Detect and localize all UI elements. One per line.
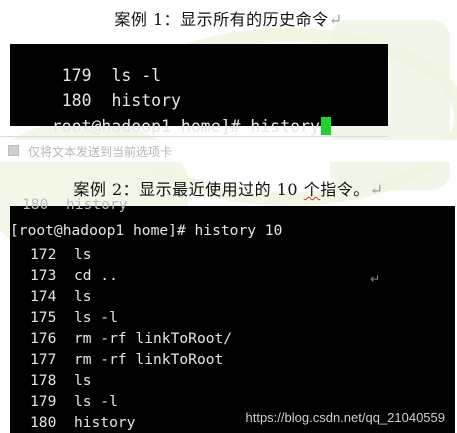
history-command: ls -l [73, 393, 118, 410]
send-to-tab-bar[interactable]: 仅将文本发送到当前选项卡 [0, 136, 457, 162]
history-line: 172 ls [30, 246, 92, 263]
history-number: 175 [30, 309, 57, 326]
clipped-history-line: 180 history [22, 196, 128, 213]
history-number: 179 [30, 393, 57, 410]
shell-prompt: [root@hadoop1 home]# history 10 [10, 222, 283, 239]
history-command: ls -l [73, 309, 118, 326]
history-command: ls [73, 246, 92, 263]
watermark-credit: https://blog.csdn.net/qq_21040559 [245, 410, 446, 425]
case2-caption-suffix: 指令。 [320, 180, 370, 199]
history-line: 180 history [30, 414, 136, 431]
spellcheck-underline: 个 [303, 180, 321, 199]
history-number: 172 [30, 246, 57, 263]
history-command: history [73, 414, 136, 431]
history-line: 177 rm -rf linkToRoot [30, 351, 224, 368]
checkbox-icon[interactable] [8, 145, 19, 156]
divider [0, 136, 388, 137]
paragraph-mark-icon: ↵ [369, 180, 384, 199]
terminal-window-2[interactable]: 180 history [root@hadoop1 home]# history… [10, 197, 455, 433]
shell-prompt: root@hadoop1 home]# history [51, 116, 320, 136]
terminal-window-1[interactable]: 179 ls -l 180 history root@hadoop1 home]… [10, 44, 388, 135]
history-number: 174 [30, 288, 57, 305]
history-line: 173 cd .. [30, 267, 118, 284]
paragraph-mark-icon: ↵ [370, 272, 381, 286]
history-number: 173 [30, 267, 57, 284]
history-command: cd .. [73, 267, 118, 284]
send-to-tab-label: 仅将文本发送到当前选项卡 [28, 145, 173, 159]
case1-caption: 案例 1：显示所有的历史命令↵ [0, 6, 457, 30]
history-number: 176 [30, 330, 57, 347]
history-command: rm -rf linkToRoot [73, 351, 224, 368]
history-number: 180 [30, 414, 57, 431]
history-command: ls [73, 288, 92, 305]
history-number: 178 [30, 372, 57, 389]
history-line: 178 ls [30, 372, 92, 389]
paragraph-mark-icon: ↵ [328, 10, 343, 29]
case1-caption-text: 案例 1：显示所有的历史命令 [114, 10, 329, 29]
history-number: 177 [30, 351, 57, 368]
history-line: 179 ls -l [30, 393, 118, 410]
history-command: rm -rf linkToRoot/ [73, 330, 233, 347]
history-line: 175 ls -l [30, 309, 118, 326]
history-command: ls [73, 372, 92, 389]
history-line: 176 rm -rf linkToRoot/ [30, 330, 233, 347]
history-line: 174 ls [30, 288, 92, 305]
text-cursor [320, 116, 331, 135]
